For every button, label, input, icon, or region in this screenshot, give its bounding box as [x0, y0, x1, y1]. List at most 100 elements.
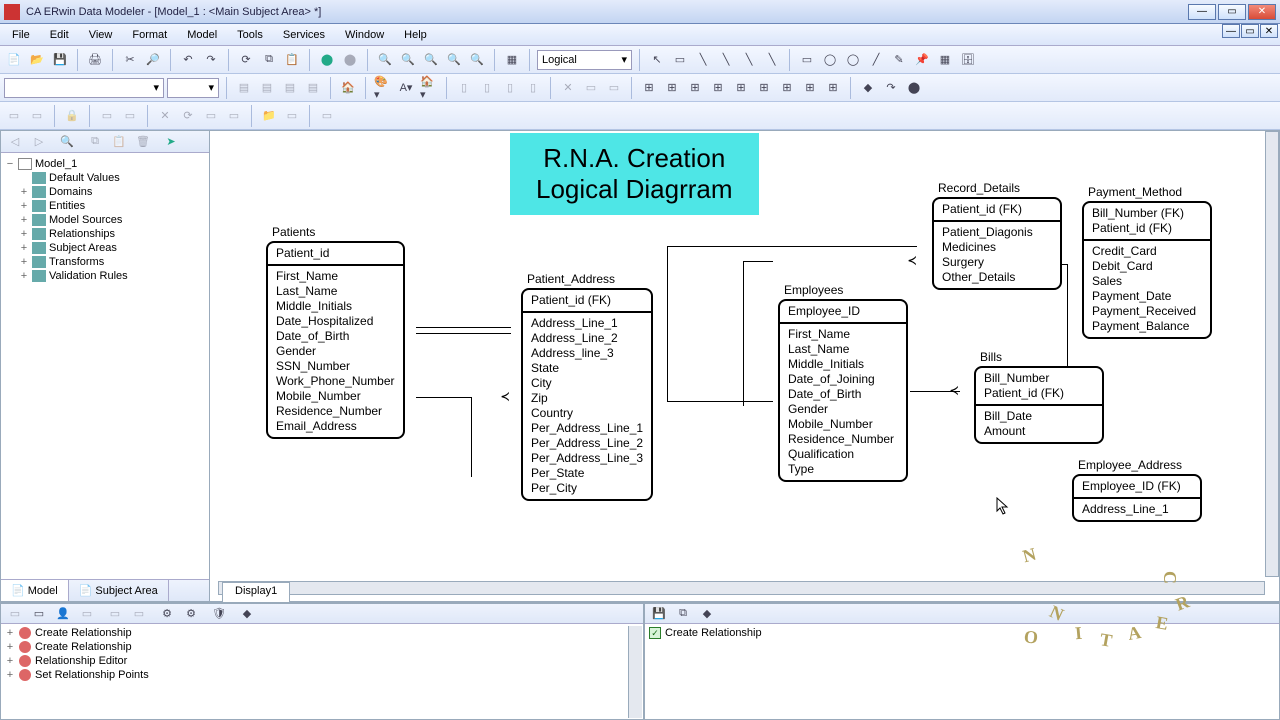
exp-copy-icon[interactable]: ⧉: [85, 132, 105, 152]
zoom-100-icon[interactable]: 🔍: [444, 50, 464, 70]
al-t5-icon[interactable]: ▭: [105, 604, 125, 624]
entity-patient-address[interactable]: Patient_Address Patient_id (FK)Address_L…: [521, 272, 653, 501]
entity-bills[interactable]: Bills Bill_NumberPatient_id (FK)Bill_Dat…: [974, 350, 1104, 444]
misc1-icon[interactable]: ✕: [558, 78, 578, 98]
pointer-icon[interactable]: ↖: [647, 50, 667, 70]
align-right-icon[interactable]: ▤: [280, 78, 300, 98]
shape-db-icon[interactable]: 🗄: [958, 50, 978, 70]
menu-edit[interactable]: Edit: [42, 27, 77, 43]
canvas-vscroll[interactable]: [1265, 131, 1279, 577]
t5-icon[interactable]: ✕: [155, 106, 175, 126]
doc-minimize-button[interactable]: —: [1222, 24, 1240, 38]
tree-item[interactable]: +Model Sources: [17, 213, 207, 227]
entity-patients[interactable]: Patients Patient_idFirst_NameLast_NameMi…: [266, 225, 405, 439]
sidebar-tab-subject[interactable]: 📄Subject Area: [69, 580, 169, 601]
al-t10-icon[interactable]: ◆: [237, 604, 257, 624]
tree-item[interactable]: +Domains: [17, 185, 207, 199]
align-justify-icon[interactable]: ▤: [303, 78, 323, 98]
open-icon[interactable]: 📂: [27, 50, 47, 70]
misc2-icon[interactable]: ▭: [581, 78, 601, 98]
run-green-icon[interactable]: ⬤: [317, 50, 337, 70]
t9-icon[interactable]: 📁: [259, 106, 279, 126]
zoom-in-icon[interactable]: 🔍: [375, 50, 395, 70]
action-log-list[interactable]: +Create Relationship+Create Relationship…: [1, 624, 643, 719]
layout5-icon[interactable]: ⊞: [731, 78, 751, 98]
zoom-fit-icon[interactable]: 🔍: [421, 50, 441, 70]
find-icon[interactable]: 🔎: [143, 50, 163, 70]
font-family-combo[interactable]: ▾: [4, 78, 164, 98]
shape-line-icon[interactable]: ╱: [866, 50, 886, 70]
entity-employee-address[interactable]: Employee_Address Employee_ID (FK)Address…: [1072, 458, 1202, 522]
tree-root[interactable]: −Model_1: [3, 157, 207, 171]
refresh-icon[interactable]: ⟳: [236, 50, 256, 70]
t1-icon[interactable]: ▭: [4, 106, 24, 126]
doc-close-button[interactable]: ✕: [1260, 24, 1278, 38]
al-t7-icon[interactable]: ⚙: [157, 604, 177, 624]
fillcolor-icon[interactable]: 🏠: [338, 78, 358, 98]
adv-save-icon[interactable]: 💾: [649, 604, 669, 624]
exp-fwd-icon[interactable]: ▷: [29, 132, 49, 152]
exp-paste-icon[interactable]: 📋: [109, 132, 129, 152]
layout7-icon[interactable]: ⊞: [777, 78, 797, 98]
action-log-item[interactable]: +Create Relationship: [3, 640, 641, 654]
zoom-out-icon[interactable]: 🔍: [398, 50, 418, 70]
diagram-canvas[interactable]: R.N.A. Creation Logical Diagrram ≺ ≺ ≺ ≻: [218, 131, 1265, 577]
t2-icon[interactable]: ▭: [27, 106, 47, 126]
al-t8-icon[interactable]: ⚙: [181, 604, 201, 624]
menu-tools[interactable]: Tools: [229, 27, 271, 43]
menu-format[interactable]: Format: [124, 27, 175, 43]
advisories-list[interactable]: ✓ Create Relationship: [645, 624, 1279, 719]
advisory-item[interactable]: ✓ Create Relationship: [647, 626, 1277, 640]
exp-back-icon[interactable]: ◁: [5, 132, 25, 152]
lock-icon[interactable]: 🔒: [62, 106, 82, 126]
t6-icon[interactable]: ⟳: [178, 106, 198, 126]
bring-front-icon[interactable]: ▯: [500, 78, 520, 98]
tree-item[interactable]: +Entities: [17, 199, 207, 213]
shape-pin-icon[interactable]: 📌: [912, 50, 932, 70]
align-left-icon[interactable]: ▤: [234, 78, 254, 98]
rel-manymany-icon[interactable]: ╲: [739, 50, 759, 70]
menu-help[interactable]: Help: [396, 27, 435, 43]
menu-view[interactable]: View: [81, 27, 121, 43]
tree-item[interactable]: +Relationships: [17, 227, 207, 241]
view-mode-combo[interactable]: Logical▾: [537, 50, 632, 70]
stop-icon[interactable]: ⬤: [340, 50, 360, 70]
fontcolor-icon[interactable]: A▾: [396, 78, 416, 98]
print-icon[interactable]: 🖨: [85, 50, 105, 70]
entity-employees[interactable]: Employees Employee_IDFirst_NameLast_Name…: [778, 283, 908, 482]
layout2-icon[interactable]: ⊞: [662, 78, 682, 98]
display-icon[interactable]: ▦: [502, 50, 522, 70]
rel-nonidentifying-icon[interactable]: ╲: [716, 50, 736, 70]
shape-ellipse-icon[interactable]: ◯: [843, 50, 863, 70]
action-log-item[interactable]: +Create Relationship: [3, 626, 641, 640]
exp-find-icon[interactable]: 🔍: [57, 132, 77, 152]
doc-restore-button[interactable]: ▭: [1241, 24, 1259, 38]
menu-model[interactable]: Model: [179, 27, 225, 43]
minimize-button[interactable]: —: [1188, 4, 1216, 20]
subtype-tool-icon[interactable]: ╲: [762, 50, 782, 70]
rel-identifying-icon[interactable]: ╲: [693, 50, 713, 70]
menu-file[interactable]: File: [4, 27, 38, 43]
al-t6-icon[interactable]: ▭: [129, 604, 149, 624]
layout3-icon[interactable]: ⊞: [685, 78, 705, 98]
shape-text-icon[interactable]: ✎: [889, 50, 909, 70]
redo-icon[interactable]: ↷: [201, 50, 221, 70]
t8-icon[interactable]: ▭: [224, 106, 244, 126]
ungroup-icon[interactable]: ▯: [477, 78, 497, 98]
maximize-button[interactable]: ▭: [1218, 4, 1246, 20]
entity-tool-icon[interactable]: ▭: [670, 50, 690, 70]
new-icon[interactable]: 📄: [4, 50, 24, 70]
al-t3-icon[interactable]: 👤: [53, 604, 73, 624]
menu-services[interactable]: Services: [275, 27, 333, 43]
bgcolor-icon[interactable]: 🎨▾: [373, 78, 393, 98]
canvas-tab-display1[interactable]: Display1: [222, 582, 290, 602]
nav2-icon[interactable]: ↷: [881, 78, 901, 98]
save-icon[interactable]: 💾: [50, 50, 70, 70]
layout9-icon[interactable]: ⊞: [823, 78, 843, 98]
undo-icon[interactable]: ↶: [178, 50, 198, 70]
adv-go-icon[interactable]: ◆: [697, 604, 717, 624]
al-t2-icon[interactable]: ▭: [29, 604, 49, 624]
align-center-icon[interactable]: ▤: [257, 78, 277, 98]
layout4-icon[interactable]: ⊞: [708, 78, 728, 98]
close-button[interactable]: ✕: [1248, 4, 1276, 20]
